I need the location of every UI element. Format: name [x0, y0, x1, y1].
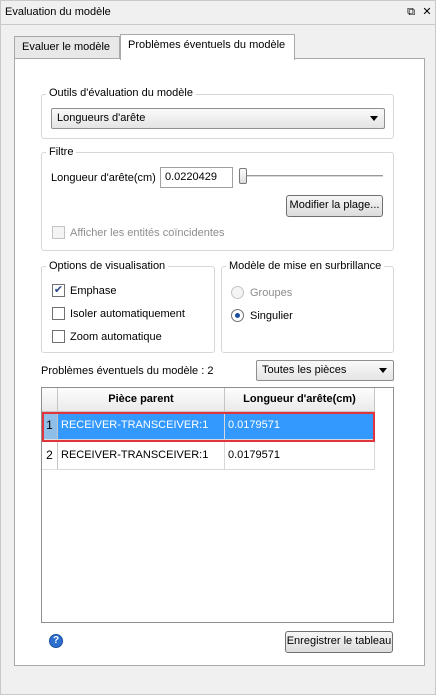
evaluation-tool-select[interactable]: Longueurs d'arête	[51, 108, 385, 129]
highlight-model-title: Modèle de mise en surbrillance	[226, 260, 385, 272]
row-header-2[interactable]: 2	[42, 442, 58, 470]
auto-zoom-checkbox[interactable]	[52, 330, 65, 343]
table-corner-header	[42, 388, 58, 412]
issues-count-label: Problèmes éventuels du modèle : 2	[41, 365, 214, 377]
chevron-down-icon	[379, 368, 387, 373]
evaluation-tools-title: Outils d'évaluation du modèle	[46, 87, 196, 99]
table-row-1-length-cell[interactable]: 0.0179571	[225, 412, 375, 440]
parts-scope-value: Toutes les pièces	[262, 364, 347, 376]
close-icon[interactable]: ✕	[420, 4, 434, 20]
auto-isolate-label: Isoler automatiquement	[70, 308, 185, 320]
groups-radio-label: Groupes	[250, 287, 293, 299]
single-radio[interactable]	[231, 309, 244, 322]
panel-titlebar: Evaluation du modèle ⧉ ✕	[1, 1, 435, 25]
float-icon[interactable]: ⧉	[404, 4, 418, 20]
edge-length-slider-handle[interactable]	[239, 168, 247, 184]
table-row-1-parent-cell[interactable]: RECEIVER-TRANSCEIVER:1	[58, 412, 225, 440]
show-coincident-checkbox[interactable]	[52, 226, 65, 239]
single-radio-dot	[235, 313, 240, 318]
edge-length-label: Longueur d'arête(cm)	[51, 172, 156, 184]
show-coincident-label: Afficher les entités coïncidentes	[70, 227, 225, 239]
filter-title: Filtre	[46, 146, 77, 158]
edge-length-slider-track[interactable]	[241, 175, 383, 178]
save-table-button[interactable]: Enregistrer le tableau	[285, 631, 393, 653]
single-radio-label: Singulier	[250, 310, 293, 322]
parts-scope-select[interactable]: Toutes les pièces	[256, 360, 394, 381]
auto-isolate-checkbox[interactable]	[52, 307, 65, 320]
edge-length-input[interactable]: 0.0220429	[160, 167, 233, 188]
column-header-edge-length[interactable]: Longueur d'arête(cm)	[225, 388, 375, 412]
tab-evaluate-model[interactable]: Evaluer le modèle	[14, 36, 120, 60]
modify-range-button[interactable]: Modifier la plage...	[286, 195, 383, 217]
panel-title: Evaluation du modèle	[5, 6, 111, 18]
chevron-down-icon	[370, 116, 378, 121]
column-header-parent-part[interactable]: Pièce parent	[58, 388, 225, 412]
row-header-1[interactable]: 1	[42, 412, 58, 440]
table-row-2-parent-cell[interactable]: RECEIVER-TRANSCEIVER:1	[58, 442, 225, 470]
issues-table[interactable]: Pièce parent Longueur d'arête(cm) 1 RECE…	[41, 387, 394, 623]
emphasis-label: Emphase	[70, 285, 117, 297]
table-row-2-length-cell[interactable]: 0.0179571	[225, 442, 375, 470]
evaluation-panel: Evaluation du modèle ⧉ ✕ Evaluer le modè…	[0, 0, 436, 695]
display-options-title: Options de visualisation	[46, 260, 169, 272]
tab-potential-issues[interactable]: Problèmes éventuels du modèle	[120, 34, 295, 60]
help-icon[interactable]: ?	[49, 634, 63, 648]
emphasis-checkbox[interactable]: ✔	[52, 284, 65, 297]
auto-zoom-label: Zoom automatique	[70, 331, 162, 343]
groups-radio[interactable]	[231, 286, 244, 299]
highlight-model-group	[221, 266, 394, 353]
evaluation-tool-value: Longueurs d'arête	[57, 112, 146, 124]
